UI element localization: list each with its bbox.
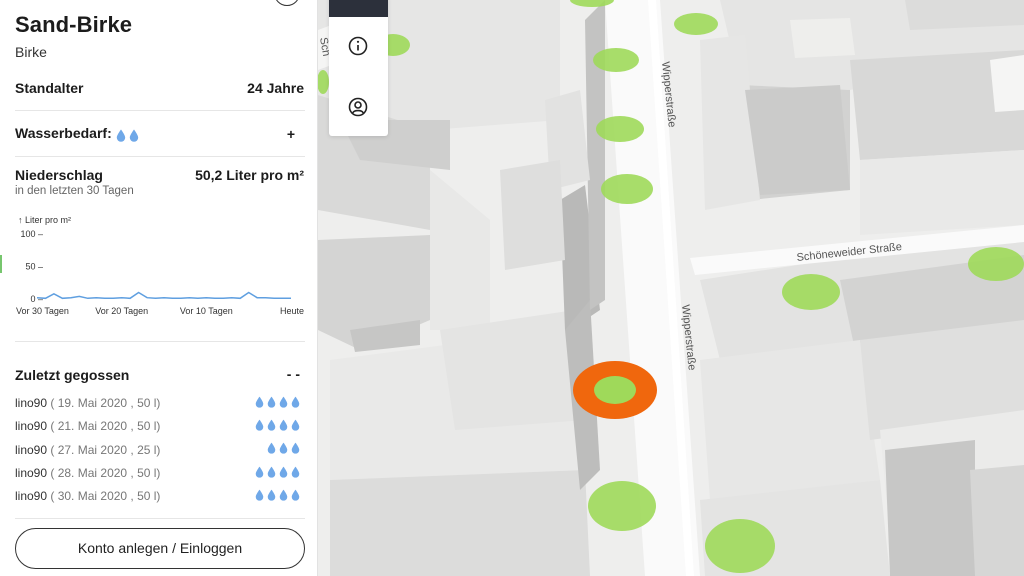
water-need-expand-button[interactable]: +	[287, 126, 295, 142]
chart-y-tick-label: 0 –	[30, 294, 43, 304]
rain-period-hint: in den letzten 30 Tagen	[15, 185, 134, 197]
account-button[interactable]	[346, 95, 370, 119]
watering-history-list: lino90 ( 19. Mai 2020 , 50 l) lino90 ( 21…	[15, 393, 305, 509]
watering-amount-drops	[255, 417, 303, 431]
watering-user: lino90	[15, 419, 48, 434]
water-drop-icon	[255, 396, 264, 408]
tree-marker[interactable]	[596, 116, 644, 142]
watering-detail: ( 27. Mai 2020 , 25 l)	[50, 442, 161, 457]
water-need-row[interactable]: Wasserbedarf:	[15, 125, 142, 142]
water-drop-icon	[267, 419, 276, 431]
water-drop-icon	[279, 443, 288, 455]
water-drop-icon	[291, 396, 300, 408]
watering-entry-text: lino90 ( 19. Mai 2020 , 50 l)	[15, 396, 160, 410]
tree-marker-selected-inner[interactable]	[594, 376, 636, 404]
watering-entry: lino90 ( 19. Mai 2020 , 50 l)	[15, 393, 305, 416]
watering-entry: lino90 ( 28. Mai 2020 , 50 l)	[15, 463, 305, 486]
map-toolbar	[329, 0, 388, 136]
watering-user: lino90	[15, 489, 48, 504]
watering-entry: lino90 ( 30. Mai 2020 , 50 l)	[15, 486, 305, 509]
close-panel-button[interactable]	[274, 0, 300, 6]
tree-marker[interactable]	[674, 13, 718, 35]
tree-marker[interactable]	[968, 247, 1024, 281]
chart-y-axis-label: ↑ Liter pro m²	[18, 215, 71, 225]
water-drop-icon	[129, 129, 138, 142]
age-value: 24 Jahre	[247, 80, 304, 96]
chart-x-tick-label: Vor 20 Tagen	[95, 306, 148, 316]
info-button[interactable]	[346, 34, 370, 58]
panel-edge-indicator	[0, 255, 2, 273]
water-drop-icon	[255, 489, 264, 501]
water-drop-icon	[291, 419, 300, 431]
watering-amount-drops	[255, 394, 303, 408]
water-drop-icon	[279, 396, 288, 408]
watering-entry-text: lino90 ( 27. Mai 2020 , 25 l)	[15, 443, 160, 457]
tree-marker[interactable]	[782, 274, 840, 310]
water-drop-icon	[279, 489, 288, 501]
tree-marker[interactable]	[588, 481, 656, 531]
toolbar-active-button[interactable]	[329, 0, 388, 17]
info-icon	[348, 36, 368, 56]
watering-amount-drops	[267, 441, 303, 455]
water-drop-icon	[255, 466, 264, 478]
watering-user: lino90	[15, 396, 48, 410]
tree-marker[interactable]	[317, 70, 329, 94]
tree-marker[interactable]	[601, 174, 653, 204]
water-drop-icon	[116, 129, 125, 142]
chart-x-tick-label: Heute	[280, 306, 304, 316]
chart-x-tick-label: Vor 30 Tagen	[16, 306, 69, 316]
chart-y-tick-label: 100 –	[20, 229, 43, 239]
divider	[15, 518, 305, 519]
chart-x-ticks: Vor 30 Tagen Vor 20 Tagen Vor 10 Tagen Heut…	[16, 306, 304, 316]
water-drop-icon	[267, 489, 276, 501]
tree-genus: Birke	[15, 44, 47, 60]
age-label: Standalter	[15, 80, 84, 96]
watering-detail: ( 21. Mai 2020 , 50 l)	[50, 419, 161, 434]
tree-title: Sand-Birke	[15, 12, 133, 37]
watering-entry-text: lino90 ( 21. Mai 2020 , 50 l)	[15, 419, 160, 433]
tree-detail-panel: Sand-Birke Birke Standalter 24 Jahre Was…	[0, 0, 318, 576]
user-icon	[348, 97, 368, 117]
watering-entry: lino90 ( 27. Mai 2020 , 25 l)	[15, 440, 305, 463]
rain-chart: ↑ Liter pro m² 100 – 50 – 0 – Vor 30 Tagen…	[16, 215, 304, 316]
water-drop-icon	[255, 419, 264, 431]
water-drop-icon	[291, 443, 300, 455]
chart-y-tick-label: 50 –	[25, 262, 43, 272]
tree-marker[interactable]	[705, 519, 775, 573]
water-drop-icon	[279, 419, 288, 431]
water-drop-icon	[279, 466, 288, 478]
login-button[interactable]: Konto anlegen / Einloggen	[15, 528, 305, 569]
history-toggle-button[interactable]: - -	[287, 366, 300, 382]
water-need-label: Wasserbedarf:	[15, 125, 112, 141]
divider	[15, 341, 305, 342]
watering-user: lino90	[15, 465, 48, 480]
water-need-drops	[116, 126, 142, 142]
watering-detail: ( 28. Mai 2020 , 50 l)	[50, 465, 161, 480]
rain-value: 50,2 Liter pro m²	[195, 167, 304, 183]
chart-x-tick-label: Vor 10 Tagen	[180, 306, 233, 316]
watering-detail: ( 19. Mai 2020 , 50 l)	[50, 396, 161, 410]
water-drop-icon	[267, 396, 276, 408]
chart-series-line	[36, 291, 291, 300]
water-drop-icon	[291, 466, 300, 478]
watering-entry-text: lino90 ( 30. Mai 2020 , 50 l)	[15, 489, 160, 503]
watering-entry-text: lino90 ( 28. Mai 2020 , 50 l)	[15, 466, 160, 480]
tree-marker[interactable]	[593, 48, 639, 72]
chart-y-ticks: 100 – 50 – 0 –	[20, 229, 43, 304]
water-drop-icon	[291, 489, 300, 501]
divider	[15, 156, 305, 157]
watering-user: lino90	[15, 442, 48, 457]
watering-amount-drops	[255, 487, 303, 501]
rain-label: Niederschlag	[15, 167, 103, 183]
history-label: Zuletzt gegossen	[15, 367, 130, 383]
divider	[15, 110, 305, 111]
watering-entry: lino90 ( 21. Mai 2020 , 50 l)	[15, 416, 305, 439]
water-drop-icon	[267, 466, 276, 478]
water-drop-icon	[267, 443, 276, 455]
watering-detail: ( 30. Mai 2020 , 50 l)	[50, 489, 161, 504]
watering-amount-drops	[255, 464, 303, 478]
